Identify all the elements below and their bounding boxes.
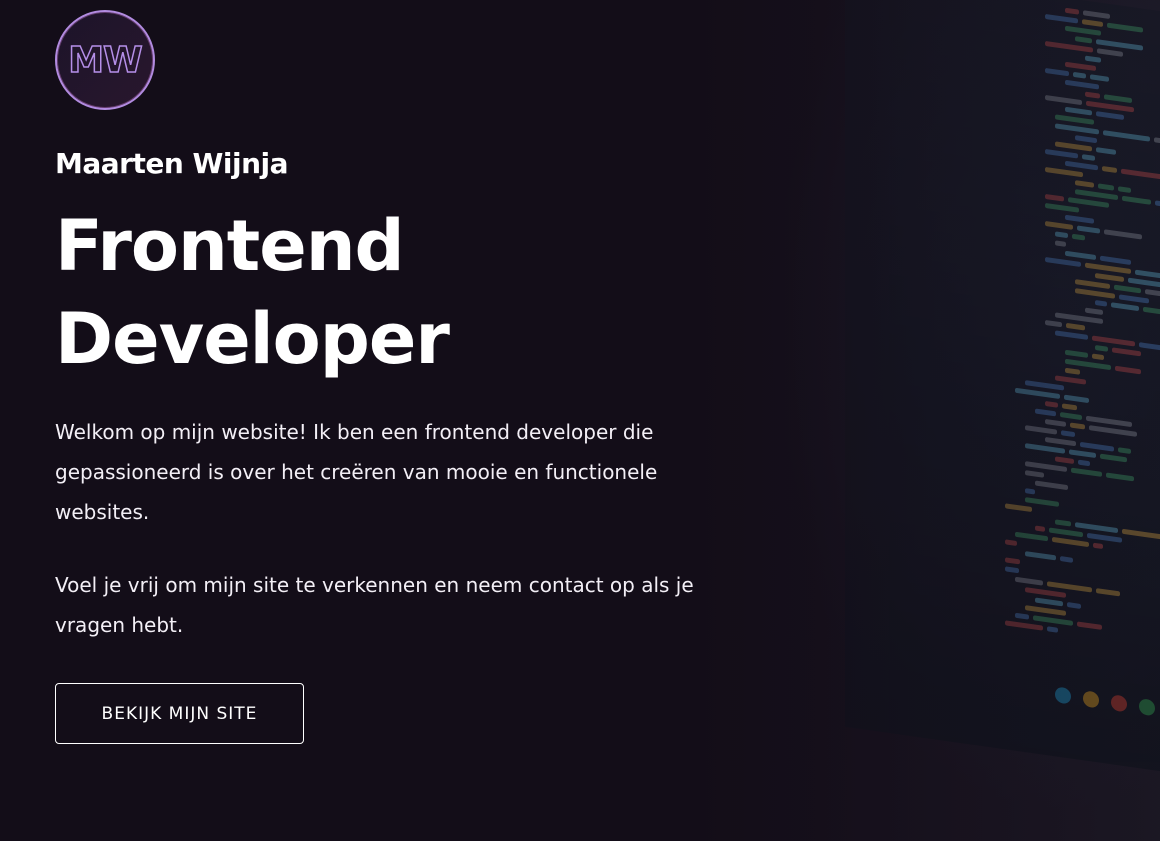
intro-paragraph: Welkom op mijn website! Ik ben een front… [55, 420, 658, 524]
logo-badge[interactable]: MW [55, 10, 155, 110]
hero-section: MW Maarten Wijnja Frontend Developer Wel… [55, 10, 755, 744]
logo-initials: MW [67, 39, 143, 82]
page-title: Frontend Developer [55, 200, 755, 386]
headline-line-2: Developer [55, 298, 450, 380]
view-site-button[interactable]: BEKIJK MIJN SITE [55, 683, 304, 744]
author-name: Maarten Wijnja [55, 147, 289, 180]
invite-paragraph: Voel je vrij om mijn site te verkennen e… [55, 573, 694, 637]
headline-line-1: Frontend [55, 205, 405, 287]
